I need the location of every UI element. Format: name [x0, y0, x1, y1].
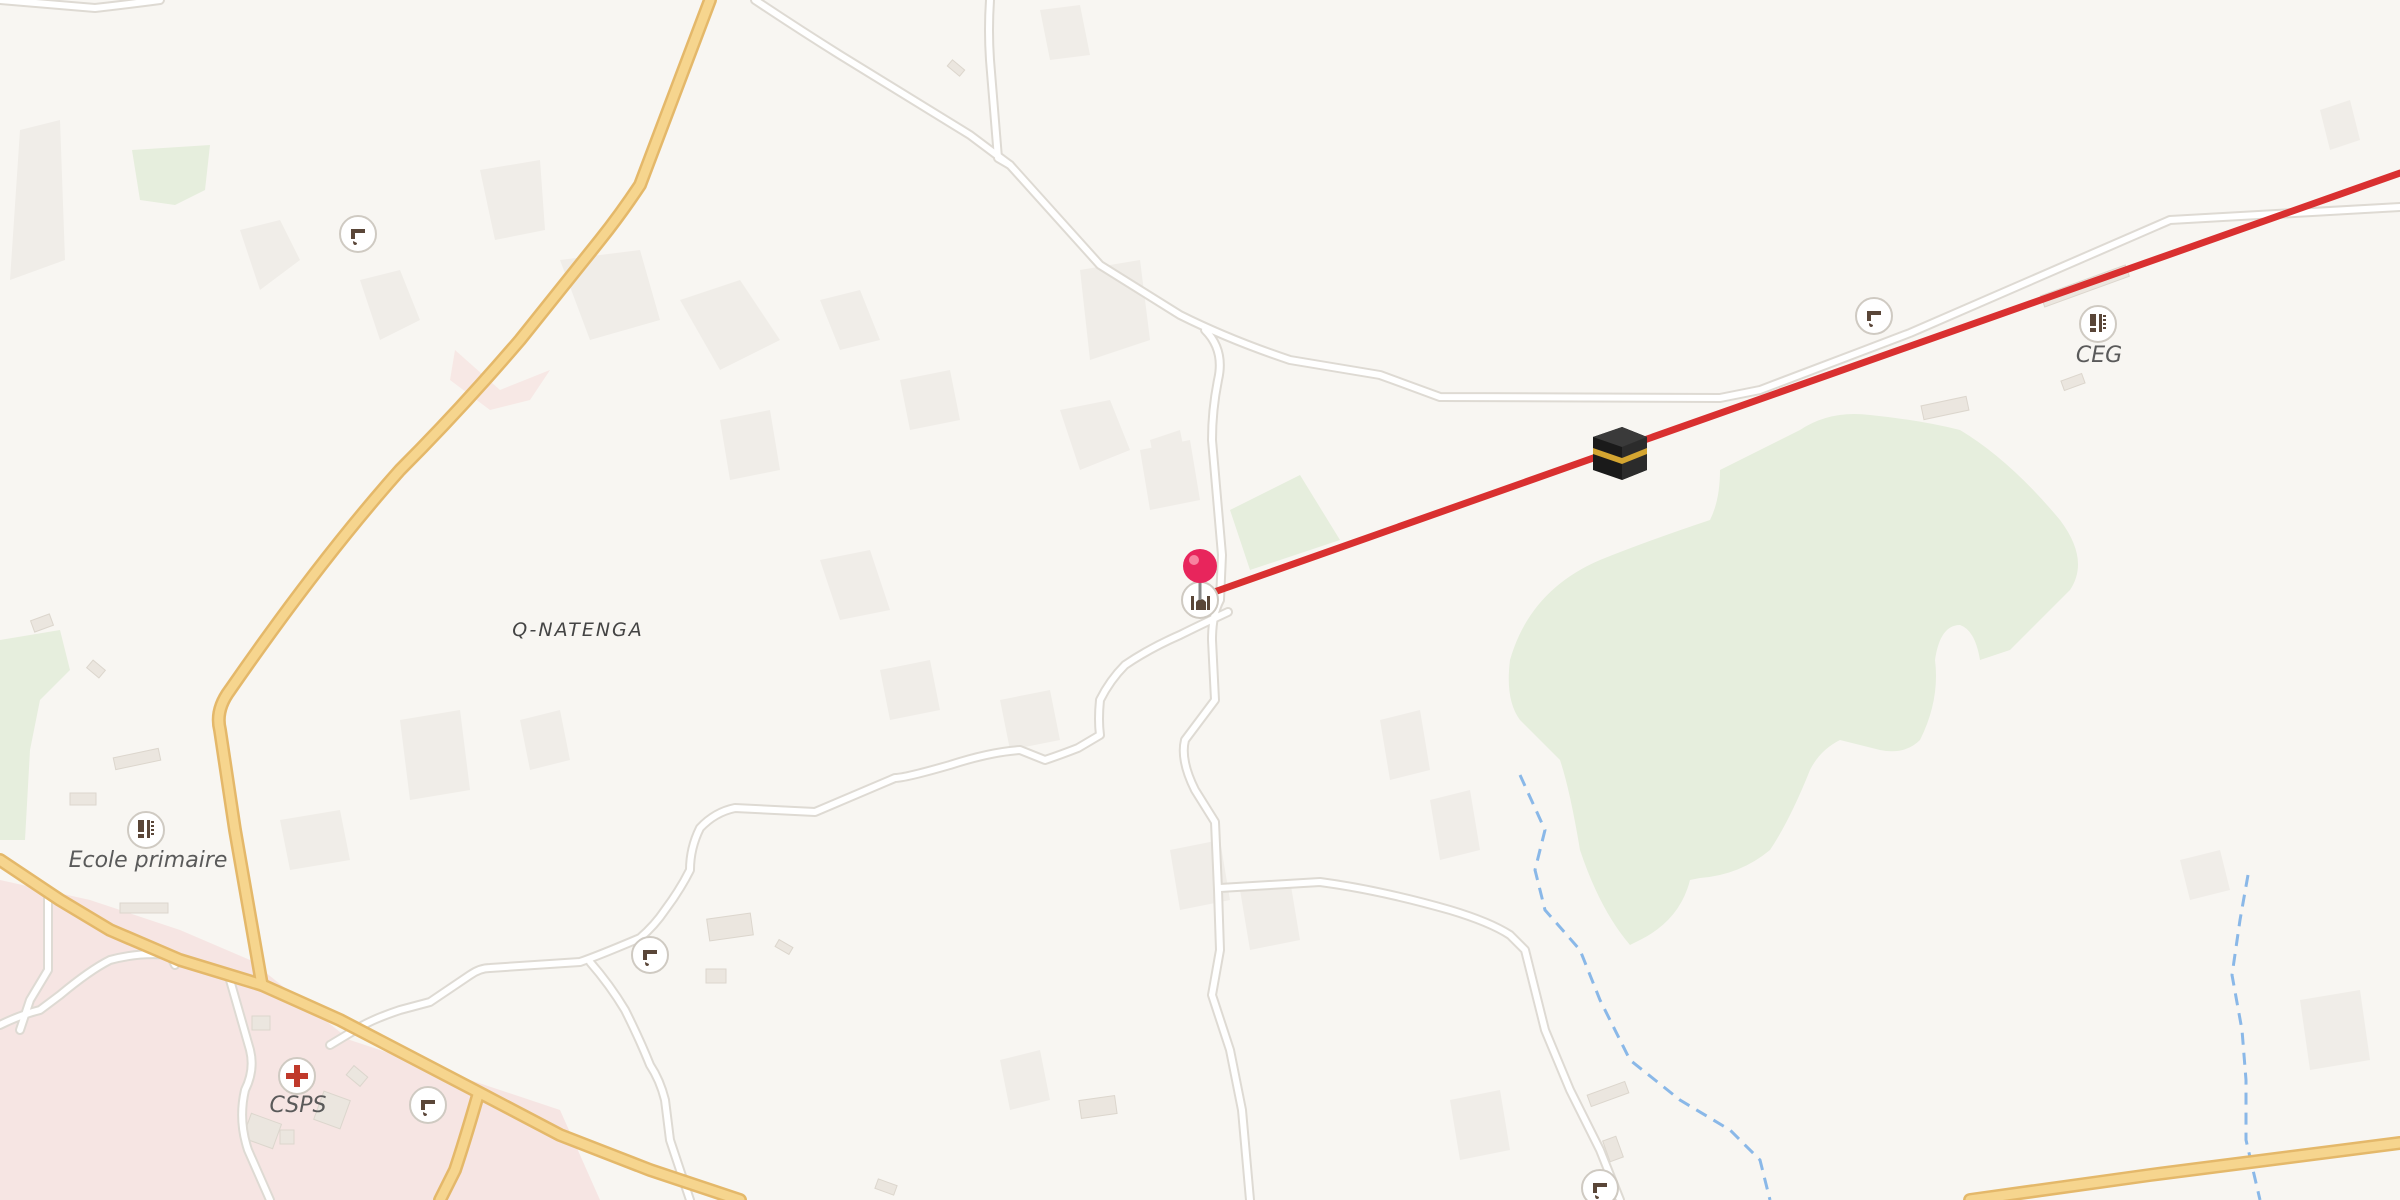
school-icon[interactable] — [2079, 305, 2117, 343]
water-tap-icon[interactable] — [339, 215, 377, 253]
kaaba-icon — [1593, 427, 1647, 480]
water-tap-icon[interactable] — [1855, 297, 1893, 335]
place-label: Q-NATENGA — [512, 619, 644, 641]
school-label: CEG — [2076, 343, 2122, 368]
water-tap-icon[interactable] — [1581, 1169, 1619, 1200]
school-icon[interactable] — [127, 811, 165, 849]
water-tap-icon[interactable] — [631, 936, 669, 974]
school-label: Ecole primaire — [69, 848, 228, 873]
clinic-icon[interactable] — [278, 1057, 316, 1095]
map-canvas[interactable]: Q-NATENGA Ecole primaire CEG CSPS — [0, 0, 2400, 1200]
water-tap-icon[interactable] — [409, 1086, 447, 1124]
clinic-label: CSPS — [270, 1093, 327, 1118]
